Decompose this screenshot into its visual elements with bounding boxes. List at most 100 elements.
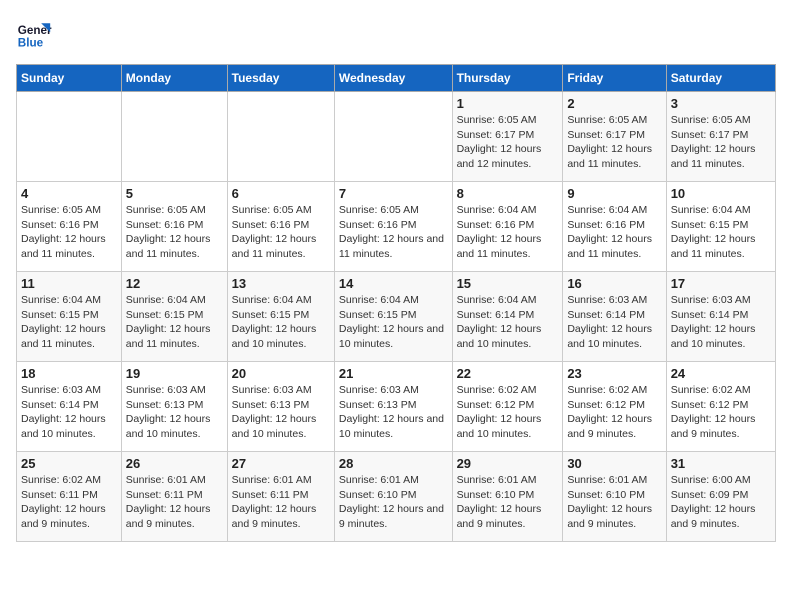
- calendar-week-row: 18 Sunrise: 6:03 AMSunset: 6:14 PMDayligh…: [17, 362, 776, 452]
- day-info: Sunrise: 6:02 AMSunset: 6:12 PMDaylight:…: [457, 383, 559, 442]
- day-number: 2: [567, 96, 661, 111]
- day-info: Sunrise: 6:04 AMSunset: 6:15 PMDaylight:…: [232, 293, 330, 352]
- day-number: 25: [21, 456, 117, 471]
- day-number: 21: [339, 366, 448, 381]
- calendar-cell: 28 Sunrise: 6:01 AMSunset: 6:10 PMDayligh…: [334, 452, 452, 542]
- calendar-cell: 25 Sunrise: 6:02 AMSunset: 6:11 PMDayligh…: [17, 452, 122, 542]
- day-number: 5: [126, 186, 223, 201]
- calendar-cell: 31Sunrise: 6:00 AMSunset: 6:09 PMDayligh…: [666, 452, 775, 542]
- logo-icon: General Blue: [16, 16, 52, 52]
- day-number: 9: [567, 186, 661, 201]
- weekday-header: Saturday: [666, 65, 775, 92]
- calendar-header: SundayMondayTuesdayWednesdayThursdayFrid…: [17, 65, 776, 92]
- day-info: Sunrise: 6:05 AMSunset: 6:17 PMDaylight:…: [457, 113, 559, 172]
- calendar-cell: [17, 92, 122, 182]
- day-number: 30: [567, 456, 661, 471]
- logo: General Blue: [16, 16, 52, 52]
- calendar-week-row: 4Sunrise: 6:05 AMSunset: 6:16 PMDaylight…: [17, 182, 776, 272]
- day-number: 16: [567, 276, 661, 291]
- calendar-cell: 12 Sunrise: 6:04 AMSunset: 6:15 PMDayligh…: [121, 272, 227, 362]
- calendar-cell: 8 Sunrise: 6:04 AMSunset: 6:16 PMDaylight…: [452, 182, 563, 272]
- calendar-table: SundayMondayTuesdayWednesdayThursdayFrid…: [16, 64, 776, 542]
- calendar-week-row: 1 Sunrise: 6:05 AMSunset: 6:17 PMDaylight…: [17, 92, 776, 182]
- day-info: Sunrise: 6:04 AMSunset: 6:15 PMDaylight:…: [126, 293, 223, 352]
- day-number: 15: [457, 276, 559, 291]
- day-number: 8: [457, 186, 559, 201]
- calendar-week-row: 25 Sunrise: 6:02 AMSunset: 6:11 PMDayligh…: [17, 452, 776, 542]
- calendar-cell: 11 Sunrise: 6:04 AMSunset: 6:15 PMDayligh…: [17, 272, 122, 362]
- day-info: Sunrise: 6:03 AMSunset: 6:13 PMDaylight:…: [339, 383, 448, 442]
- day-info: Sunrise: 6:03 AMSunset: 6:13 PMDaylight:…: [232, 383, 330, 442]
- day-info: Sunrise: 6:03 AMSunset: 6:14 PMDaylight:…: [21, 383, 117, 442]
- calendar-cell: 3 Sunrise: 6:05 AMSunset: 6:17 PMDaylight…: [666, 92, 775, 182]
- day-info: Sunrise: 6:05 AMSunset: 6:16 PMDaylight:…: [232, 203, 330, 262]
- day-number: 11: [21, 276, 117, 291]
- day-info: Sunrise: 6:02 AMSunset: 6:11 PMDaylight:…: [21, 473, 117, 532]
- day-info: Sunrise: 6:04 AMSunset: 6:15 PMDaylight:…: [21, 293, 117, 352]
- day-info: Sunrise: 6:03 AMSunset: 6:14 PMDaylight:…: [671, 293, 771, 352]
- weekday-header: Monday: [121, 65, 227, 92]
- day-info: Sunrise: 6:03 AMSunset: 6:13 PMDaylight:…: [126, 383, 223, 442]
- day-info: Sunrise: 6:05 AMSunset: 6:16 PMDaylight:…: [339, 203, 448, 262]
- page-header: General Blue: [16, 16, 776, 52]
- calendar-cell: 30 Sunrise: 6:01 AMSunset: 6:10 PMDayligh…: [563, 452, 666, 542]
- calendar-cell: [334, 92, 452, 182]
- calendar-body: 1 Sunrise: 6:05 AMSunset: 6:17 PMDaylight…: [17, 92, 776, 542]
- calendar-cell: [121, 92, 227, 182]
- calendar-cell: 26 Sunrise: 6:01 AMSunset: 6:11 PMDayligh…: [121, 452, 227, 542]
- day-info: Sunrise: 6:05 AMSunset: 6:17 PMDaylight:…: [567, 113, 661, 172]
- day-number: 1: [457, 96, 559, 111]
- day-number: 17: [671, 276, 771, 291]
- day-number: 27: [232, 456, 330, 471]
- day-number: 29: [457, 456, 559, 471]
- day-number: 12: [126, 276, 223, 291]
- day-info: Sunrise: 6:00 AMSunset: 6:09 PMDaylight:…: [671, 473, 771, 532]
- day-info: Sunrise: 6:04 AMSunset: 6:15 PMDaylight:…: [671, 203, 771, 262]
- day-number: 14: [339, 276, 448, 291]
- day-info: Sunrise: 6:03 AMSunset: 6:14 PMDaylight:…: [567, 293, 661, 352]
- calendar-cell: 29Sunrise: 6:01 AMSunset: 6:10 PMDayligh…: [452, 452, 563, 542]
- calendar-cell: 14 Sunrise: 6:04 AMSunset: 6:15 PMDayligh…: [334, 272, 452, 362]
- day-info: Sunrise: 6:01 AMSunset: 6:10 PMDaylight:…: [567, 473, 661, 532]
- day-info: Sunrise: 6:05 AMSunset: 6:16 PMDaylight:…: [21, 203, 117, 262]
- day-info: Sunrise: 6:01 AMSunset: 6:10 PMDaylight:…: [339, 473, 448, 532]
- calendar-cell: 17 Sunrise: 6:03 AMSunset: 6:14 PMDayligh…: [666, 272, 775, 362]
- calendar-cell: 1 Sunrise: 6:05 AMSunset: 6:17 PMDaylight…: [452, 92, 563, 182]
- day-number: 6: [232, 186, 330, 201]
- day-info: Sunrise: 6:01 AMSunset: 6:11 PMDaylight:…: [126, 473, 223, 532]
- day-number: 28: [339, 456, 448, 471]
- calendar-cell: 16 Sunrise: 6:03 AMSunset: 6:14 PMDayligh…: [563, 272, 666, 362]
- calendar-cell: 21 Sunrise: 6:03 AMSunset: 6:13 PMDayligh…: [334, 362, 452, 452]
- day-number: 3: [671, 96, 771, 111]
- day-number: 18: [21, 366, 117, 381]
- weekday-header: Friday: [563, 65, 666, 92]
- calendar-cell: 2 Sunrise: 6:05 AMSunset: 6:17 PMDaylight…: [563, 92, 666, 182]
- day-info: Sunrise: 6:04 AMSunset: 6:16 PMDaylight:…: [457, 203, 559, 262]
- day-info: Sunrise: 6:02 AMSunset: 6:12 PMDaylight:…: [567, 383, 661, 442]
- day-number: 24: [671, 366, 771, 381]
- day-number: 13: [232, 276, 330, 291]
- day-info: Sunrise: 6:05 AMSunset: 6:17 PMDaylight:…: [671, 113, 771, 172]
- calendar-cell: 13 Sunrise: 6:04 AMSunset: 6:15 PMDayligh…: [227, 272, 334, 362]
- calendar-cell: 24 Sunrise: 6:02 AMSunset: 6:12 PMDayligh…: [666, 362, 775, 452]
- weekday-header: Thursday: [452, 65, 563, 92]
- day-info: Sunrise: 6:02 AMSunset: 6:12 PMDaylight:…: [671, 383, 771, 442]
- day-info: Sunrise: 6:04 AMSunset: 6:15 PMDaylight:…: [339, 293, 448, 352]
- day-number: 20: [232, 366, 330, 381]
- calendar-cell: 19Sunrise: 6:03 AMSunset: 6:13 PMDayligh…: [121, 362, 227, 452]
- calendar-cell: 15Sunrise: 6:04 AMSunset: 6:14 PMDayligh…: [452, 272, 563, 362]
- day-number: 26: [126, 456, 223, 471]
- calendar-cell: 23Sunrise: 6:02 AMSunset: 6:12 PMDayligh…: [563, 362, 666, 452]
- weekday-header: Wednesday: [334, 65, 452, 92]
- svg-text:Blue: Blue: [18, 37, 44, 50]
- calendar-cell: 4Sunrise: 6:05 AMSunset: 6:16 PMDaylight…: [17, 182, 122, 272]
- calendar-cell: 5 Sunrise: 6:05 AMSunset: 6:16 PMDaylight…: [121, 182, 227, 272]
- calendar-cell: 18 Sunrise: 6:03 AMSunset: 6:14 PMDayligh…: [17, 362, 122, 452]
- day-info: Sunrise: 6:05 AMSunset: 6:16 PMDaylight:…: [126, 203, 223, 262]
- calendar-cell: 27 Sunrise: 6:01 AMSunset: 6:11 PMDayligh…: [227, 452, 334, 542]
- weekday-header: Sunday: [17, 65, 122, 92]
- weekday-row: SundayMondayTuesdayWednesdayThursdayFrid…: [17, 65, 776, 92]
- day-number: 7: [339, 186, 448, 201]
- day-info: Sunrise: 6:01 AMSunset: 6:11 PMDaylight:…: [232, 473, 330, 532]
- day-number: 10: [671, 186, 771, 201]
